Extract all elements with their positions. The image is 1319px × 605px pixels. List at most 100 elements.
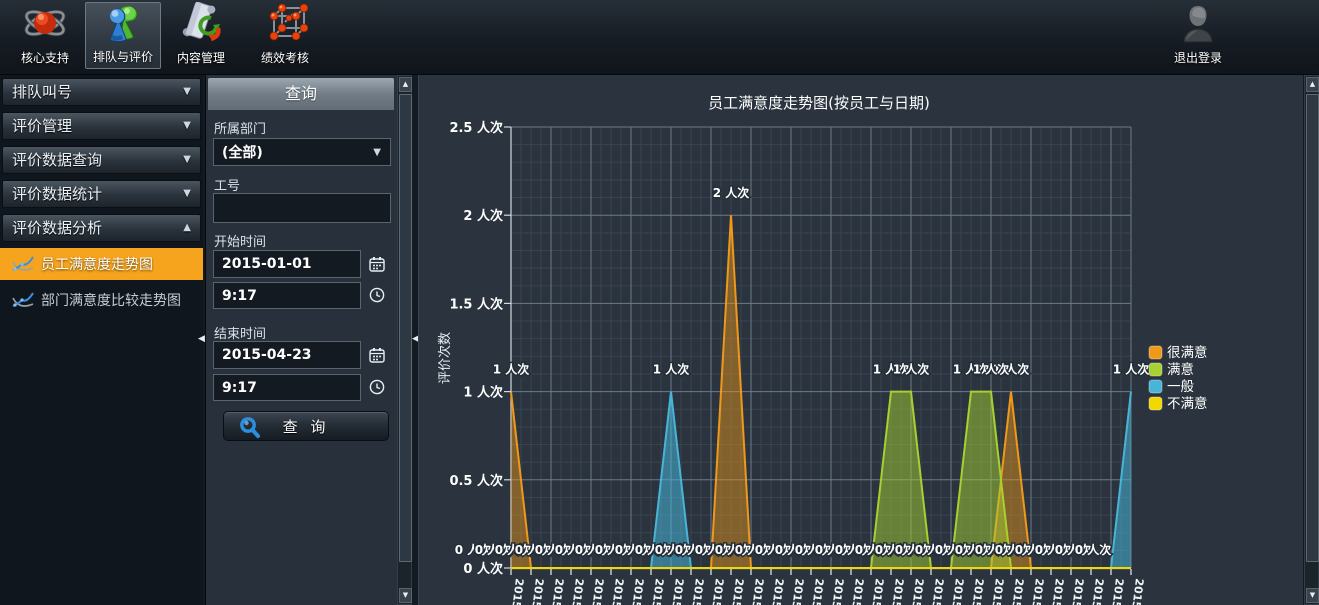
app-toolbar: 核心支持 排队与评价 bbox=[0, 0, 1319, 75]
chevron-down-icon: ▼ bbox=[183, 113, 191, 139]
x-tick-label: 2015-01-22 bbox=[624, 578, 645, 605]
x-tick-label: 2015-04-02 bbox=[1024, 578, 1045, 605]
y-tick-label: 0.5 人次 bbox=[449, 473, 503, 489]
y-tick-label: 2.5 人次 bbox=[449, 120, 503, 136]
section-label: 评价管理 bbox=[12, 113, 72, 139]
scrollbar-thumb[interactable] bbox=[1306, 94, 1319, 562]
dropdown-arrow-icon: ▼ bbox=[373, 147, 381, 158]
x-tick-label: 2015-03-12 bbox=[904, 578, 925, 605]
scroll-up-icon[interactable]: ▲ bbox=[399, 77, 412, 92]
cube-icon bbox=[262, 2, 308, 49]
line-chart-icon bbox=[11, 254, 35, 274]
legend-label: 不满意 bbox=[1167, 395, 1208, 412]
section-label: 评价数据分析 bbox=[12, 215, 102, 241]
start-date-input[interactable] bbox=[213, 250, 361, 278]
x-tick-label: 2015-03-23 bbox=[964, 578, 985, 605]
department-value: (全部) bbox=[222, 142, 263, 162]
sidebar-section-evaluation-data-analysis[interactable]: 评价数据分析 ▲ bbox=[2, 214, 201, 242]
x-tick-label: 2015-02-12 bbox=[744, 578, 765, 605]
toolbar-item-label: 内容管理 bbox=[177, 49, 225, 66]
collapse-panel-icon[interactable]: ◀ bbox=[198, 332, 206, 346]
toolbar-item-label: 排队与评价 bbox=[93, 48, 153, 65]
logout-button[interactable]: 退出登录 bbox=[1162, 2, 1234, 69]
toolbar-item-queue-evaluation[interactable]: 排队与评价 bbox=[85, 2, 161, 69]
x-tick-label: 2015-04-16 bbox=[1104, 578, 1126, 605]
x-tick-label: 2015-02-23 bbox=[804, 578, 825, 605]
scroll-up-icon[interactable]: ▲ bbox=[1306, 77, 1319, 92]
scroll-down-icon[interactable]: ▼ bbox=[399, 588, 412, 603]
atom-icon bbox=[22, 2, 68, 49]
zero-point-label: 0 人次 bbox=[1075, 542, 1112, 557]
toolbar-item-label: 退出登录 bbox=[1174, 49, 1222, 66]
x-tick-label: 2015-04-20 bbox=[1124, 578, 1146, 605]
x-tick-label: 2015-03-30 bbox=[1004, 578, 1026, 605]
people-icon bbox=[100, 0, 146, 48]
x-tick-label: 2015-02-02 bbox=[684, 578, 705, 605]
toolbar-item-label: 绩效考核 bbox=[261, 49, 309, 66]
toolbar-item-performance[interactable]: 绩效考核 bbox=[247, 2, 323, 69]
end-time-label: 结束时间 bbox=[214, 323, 266, 342]
x-tick-label: 2015-01-12 bbox=[564, 578, 585, 605]
sidebar-item-label: 部门满意度比较走势图 bbox=[41, 290, 181, 310]
clock-icon[interactable] bbox=[369, 379, 385, 399]
data-point-label: 1 人次 bbox=[653, 362, 690, 377]
x-tick-label: 2015-01-29 bbox=[664, 578, 685, 605]
sidebar-section-evaluation-data-stats[interactable]: 评价数据统计 ▼ bbox=[2, 180, 201, 208]
person-icon bbox=[1176, 2, 1220, 49]
section-label: 评价数据统计 bbox=[12, 181, 102, 207]
legend-swatch-满意 bbox=[1149, 363, 1162, 376]
panel-scrollbar[interactable]: ▲ ▼ bbox=[397, 75, 412, 605]
end-time-input[interactable] bbox=[213, 374, 361, 401]
x-tick-label: 2015-02-09 bbox=[724, 578, 745, 605]
sidebar-section-evaluation-data-query[interactable]: 评价数据查询 ▼ bbox=[2, 146, 201, 174]
sidebar-item-label: 员工满意度走势图 bbox=[41, 254, 153, 274]
y-tick-label: 0 人次 bbox=[463, 561, 503, 577]
employee-id-input[interactable] bbox=[213, 193, 391, 223]
legend-label: 一般 bbox=[1167, 379, 1195, 395]
x-tick-label: 2015-03-19 bbox=[944, 578, 965, 605]
toolbar-item-core-support[interactable]: 核心支持 bbox=[7, 2, 83, 69]
y-tick-label: 1 人次 bbox=[463, 385, 503, 401]
legend-label: 很满意 bbox=[1167, 344, 1208, 361]
chart-pane: 0 人次0.5 人次1 人次1.5 人次2 人次2.5 人次评价次数员工满意度走… bbox=[418, 75, 1303, 605]
satisfaction-trend-chart: 0 人次0.5 人次1 人次1.5 人次2 人次2.5 人次评价次数员工满意度走… bbox=[419, 75, 1303, 605]
department-label: 所属部门 bbox=[214, 118, 266, 137]
scroll-icon bbox=[178, 2, 224, 49]
scroll-down-icon[interactable]: ▼ bbox=[1306, 588, 1319, 603]
scrollbar-thumb[interactable] bbox=[399, 94, 412, 562]
x-tick-label: 2015-01-15 bbox=[584, 578, 605, 605]
sidebar-item-department-satisfaction-trend[interactable]: 部门满意度比较走势图 bbox=[0, 284, 203, 316]
line-chart-icon bbox=[11, 290, 35, 310]
calendar-icon[interactable] bbox=[369, 347, 385, 367]
search-button[interactable]: 查 询 bbox=[223, 411, 389, 441]
calendar-icon[interactable] bbox=[369, 256, 385, 276]
data-point-label: 2 人次 bbox=[713, 185, 750, 200]
sidebar-section-queue-calling[interactable]: 排队叫号 ▼ bbox=[2, 78, 201, 106]
x-tick-label: 2015-01-08 bbox=[544, 578, 565, 605]
toolbar-item-label: 核心支持 bbox=[21, 49, 69, 66]
x-tick-label: 2015-04-13 bbox=[1084, 578, 1105, 605]
department-select[interactable]: (全部) ▼ bbox=[213, 138, 391, 166]
x-tick-label: 2015-02-26 bbox=[824, 578, 846, 605]
clock-icon[interactable] bbox=[369, 287, 385, 307]
chevron-down-icon: ▼ bbox=[183, 147, 191, 173]
x-tick-label: 2015-03-02 bbox=[844, 578, 865, 605]
chart-scrollbar[interactable]: ▲ ▼ bbox=[1304, 75, 1319, 605]
legend-label: 满意 bbox=[1167, 361, 1194, 378]
x-tick-label: 2015-04-06 bbox=[1044, 578, 1066, 605]
y-tick-label: 1.5 人次 bbox=[449, 296, 503, 312]
x-tick-label: 2015-01-19 bbox=[604, 578, 625, 605]
toolbar-item-content-management[interactable]: 内容管理 bbox=[163, 2, 239, 69]
chevron-down-icon: ▼ bbox=[183, 79, 191, 105]
end-date-input[interactable] bbox=[213, 341, 361, 369]
y-tick-label: 2 人次 bbox=[463, 208, 503, 224]
sidebar-item-employee-satisfaction-trend[interactable]: 员工满意度走势图 bbox=[0, 248, 203, 280]
start-time-input[interactable] bbox=[213, 282, 361, 309]
legend-swatch-不满意 bbox=[1149, 397, 1162, 410]
sidebar-section-evaluation-management[interactable]: 评价管理 ▼ bbox=[2, 112, 201, 140]
chart-title: 员工满意度走势图(按员工与日期) bbox=[708, 94, 930, 112]
search-icon bbox=[238, 415, 262, 439]
chevron-up-icon: ▲ bbox=[183, 215, 191, 241]
start-time-label: 开始时间 bbox=[214, 231, 266, 250]
legend-swatch-很满意 bbox=[1149, 346, 1162, 359]
